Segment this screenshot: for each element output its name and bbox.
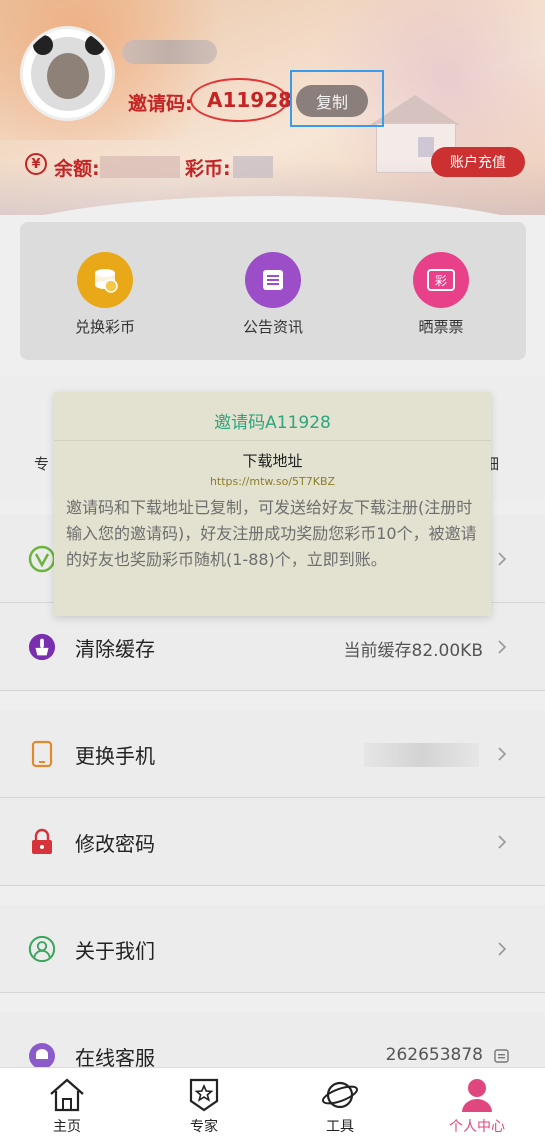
recharge-button[interactable]: 账户充值 (431, 147, 525, 177)
chevron-right-icon (492, 830, 512, 854)
tab-label: 个人中心 (449, 1119, 505, 1135)
dialog-subtitle: 下载地址 (242, 452, 303, 470)
action-exchange-coins[interactable]: 兑换彩币 (50, 252, 160, 337)
star-badge-icon (154, 1076, 254, 1114)
list-item-title: 修改密码 (75, 832, 155, 856)
phone-icon (28, 740, 56, 768)
nickname-blurred (122, 40, 217, 64)
tab-profile[interactable]: 个人中心 (427, 1076, 527, 1136)
list-item-clear-cache[interactable]: 清除缓存 当前缓存82.00KB (0, 603, 545, 691)
svg-text:彩: 彩 (435, 274, 447, 288)
home-icon (17, 1076, 117, 1114)
row2-left-label[interactable]: 专 (34, 453, 49, 474)
v-badge-icon (28, 545, 56, 573)
dialog-message: 邀请码和下载地址已复制，可发送给好友下载注册(注册时输入您的邀请码)，好友注册成… (66, 498, 477, 569)
settings-group-3: 关于我们 (0, 905, 545, 993)
avatar[interactable] (20, 26, 115, 121)
chat-icon (28, 1042, 56, 1070)
tab-home[interactable]: 主页 (17, 1076, 117, 1136)
cache-size-value: 当前缓存82.00KB (343, 641, 483, 661)
tab-label: 主页 (53, 1119, 81, 1135)
news-icon (245, 252, 301, 308)
action-announcements[interactable]: 公告资讯 (218, 252, 328, 337)
action-label: 公告资讯 (242, 318, 303, 336)
invite-code-value: A11928 (207, 88, 293, 112)
lock-icon (28, 828, 56, 856)
coin-label: 彩币: (185, 158, 231, 180)
invite-dialog: 邀请码A11928 下载地址 https://mtw.so/5T7KBZ 邀请码… (54, 392, 491, 616)
tab-label: 专家 (190, 1119, 218, 1135)
service-qq-value: 262653878 (385, 1045, 483, 1065)
tab-experts[interactable]: 专家 (154, 1076, 254, 1136)
invite-code-label: 邀请码: (128, 93, 193, 115)
balance-label: 余额: (54, 158, 100, 180)
phone-number-blurred (364, 743, 479, 767)
planet-icon (290, 1076, 390, 1114)
tab-label: 工具 (326, 1119, 354, 1135)
chevron-right-icon (492, 742, 512, 766)
coin-value-blurred (233, 156, 273, 178)
download-url[interactable]: https://mtw.so/5T7KBZ (54, 475, 491, 488)
list-item-change-password[interactable]: 修改密码 (0, 798, 545, 886)
copy-button[interactable]: 复制 (296, 85, 368, 117)
bottom-navigation: 主页 专家 工具 个人中心 (0, 1067, 545, 1145)
tab-tools[interactable]: 工具 (290, 1076, 390, 1136)
chevron-right-icon (492, 937, 512, 961)
list-item-title: 清除缓存 (75, 637, 155, 661)
person-icon (427, 1076, 527, 1114)
ticket-icon: 彩 (413, 252, 469, 308)
user-circle-icon (28, 935, 56, 963)
profile-header: 邀请码: A11928 复制 ¥ 余额: 彩币: 账户充值 (0, 0, 545, 215)
dialog-title: 邀请码A11928 (214, 413, 331, 433)
copy-icon[interactable] (492, 1044, 512, 1068)
list-item-about-us[interactable]: 关于我们 (0, 905, 545, 993)
chevron-right-icon (492, 635, 512, 659)
yen-icon: ¥ (25, 153, 47, 175)
broom-icon (28, 633, 56, 661)
settings-group-2: 更换手机 修改密码 (0, 710, 545, 886)
list-item-title: 关于我们 (75, 939, 155, 963)
action-label: 兑换彩币 (74, 318, 135, 336)
list-item-change-phone[interactable]: 更换手机 (0, 710, 545, 798)
dialog-divider (54, 440, 491, 441)
quick-actions-card: 兑换彩币 公告资讯 彩 晒票票 (20, 222, 526, 360)
balance-value-blurred (100, 156, 180, 178)
list-item-title: 更换手机 (75, 744, 155, 768)
action-label: 晒票票 (418, 318, 464, 336)
chevron-right-icon (492, 547, 512, 571)
coins-icon (77, 252, 133, 308)
action-show-tickets[interactable]: 彩 晒票票 (386, 252, 496, 337)
